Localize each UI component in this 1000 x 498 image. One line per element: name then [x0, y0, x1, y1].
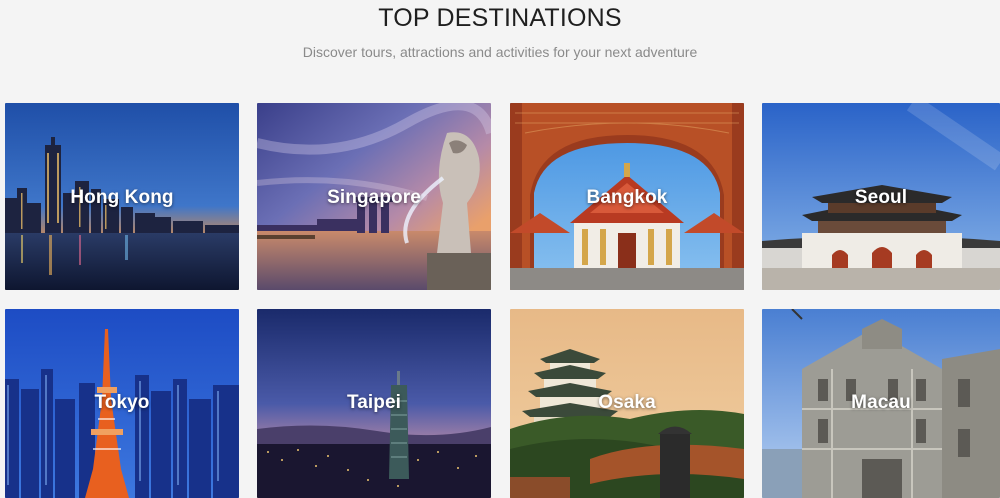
destination-card-singapore[interactable]: Singapore: [257, 103, 491, 290]
destination-name: Taipei: [346, 392, 402, 413]
destination-card-bangkok[interactable]: Bangkok: [510, 103, 744, 290]
destination-name: Seoul: [854, 187, 908, 208]
destination-card-hong-kong[interactable]: Hong Kong: [5, 103, 239, 290]
destination-card-osaka[interactable]: Osaka: [510, 309, 744, 498]
destination-card-macau[interactable]: Macau: [762, 309, 1000, 498]
destination-name: Hong Kong: [70, 187, 174, 208]
destination-card-tokyo[interactable]: Tokyo: [5, 309, 239, 498]
destination-name: Macau: [851, 392, 911, 413]
destination-name: Singapore: [327, 187, 421, 208]
destination-name: Tokyo: [94, 392, 150, 413]
destination-name: Osaka: [598, 392, 656, 413]
destination-card-seoul[interactable]: Seoul: [762, 103, 1000, 290]
destinations-page: TOP DESTINATIONS Discover tours, attract…: [0, 0, 1000, 498]
destination-card-taipei[interactable]: Taipei: [257, 309, 491, 498]
destination-grid: Hong Kong Singapore Bangkok Seoul Tokyo …: [0, 0, 1000, 498]
destination-name: Bangkok: [586, 187, 668, 208]
